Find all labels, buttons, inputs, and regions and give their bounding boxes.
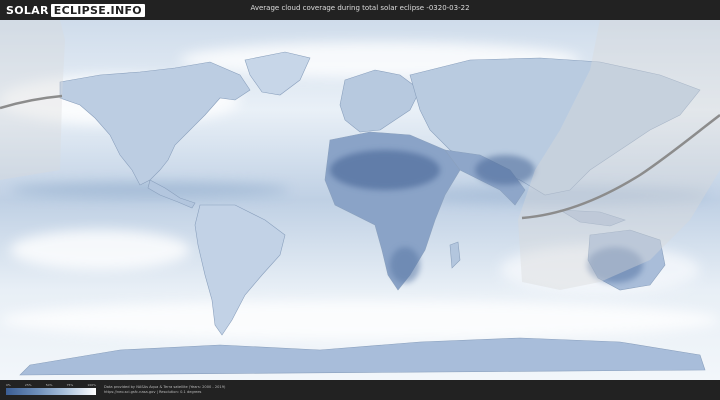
legend-tick: 50% [45, 383, 53, 387]
legend-tick: 25% [24, 383, 32, 387]
credit-line-2[interactable]: https://neo.sci.gsfc.nasa.gov | Resoluti… [104, 390, 225, 395]
cloud-coverage-map [0, 20, 720, 380]
top-bar: SOLAR ECLIPSE.INFO Average cloud coverag… [0, 0, 720, 20]
cloud-coverage-legend: 0% 25% 50% 75% 100% [6, 383, 96, 395]
legend-tick: 100% [87, 383, 96, 387]
data-credit: Data provided by NASAs Aqua & Terra sate… [104, 385, 225, 395]
legend-tick: 0% [6, 383, 11, 387]
page-title: Average cloud coverage during total sola… [250, 4, 470, 12]
legend-tick: 75% [66, 383, 74, 387]
legend-color-bar [6, 388, 96, 395]
